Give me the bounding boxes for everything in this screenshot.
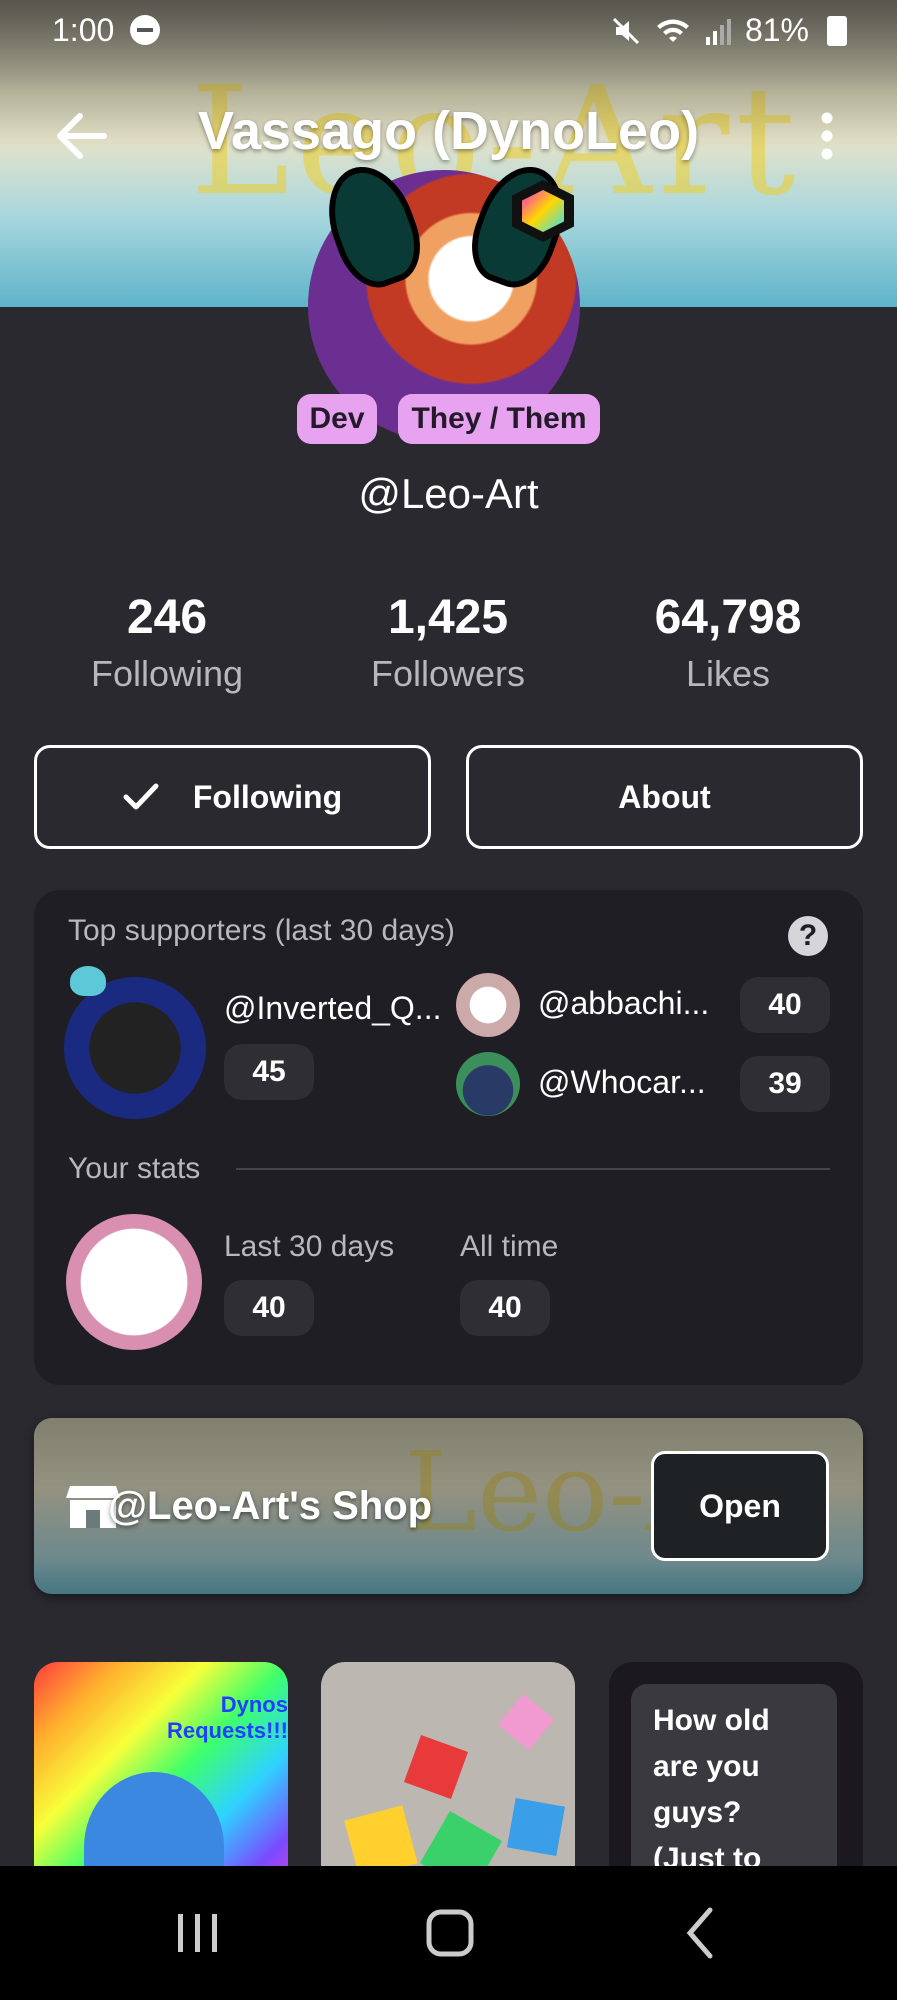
last30-label: Last 30 days [224, 1230, 395, 1263]
battery-percent: 81% [744, 12, 809, 48]
user-handle: @Leo-Art [358, 470, 539, 517]
supporter-count-2: 40 [740, 977, 830, 1033]
supporter-avatar-3[interactable] [456, 1052, 520, 1116]
likes-stat: 64,798 Likes [588, 590, 868, 695]
top-supporter-name[interactable]: @Inverted_Q... [224, 990, 441, 1027]
signal-icon [705, 18, 731, 45]
more-vert-icon[interactable] [812, 108, 842, 164]
role-badge: Dev [297, 394, 377, 444]
recents-icon[interactable] [170, 1900, 226, 1966]
help-icon[interactable]: ? [788, 916, 828, 956]
page-title: Vassago (DynoLeo) [197, 101, 700, 161]
about-button[interactable]: About [466, 745, 863, 849]
followers-count: 1,425 [387, 591, 509, 644]
last30-value: 40 [224, 1280, 314, 1336]
supporter-avatar-2[interactable] [456, 973, 520, 1037]
top-supporter-avatar[interactable] [64, 977, 206, 1119]
mute-icon [612, 17, 640, 44]
check-icon [123, 783, 159, 810]
dnd-icon [130, 15, 160, 45]
pronoun-badge: They / Them [398, 394, 600, 444]
supporter-count-3: 39 [740, 1056, 830, 1112]
supporters-title: Top supporters (last 30 days) [68, 914, 455, 947]
followers-label: Followers [370, 653, 526, 694]
likes-label: Likes [685, 653, 771, 694]
following-button[interactable]: Following [34, 745, 431, 849]
back-nav-icon[interactable] [680, 1900, 720, 1966]
your-stats-title: Your stats [68, 1152, 201, 1185]
alltime-value: 40 [460, 1280, 550, 1336]
following-count: 246 [126, 591, 208, 644]
my-avatar [66, 1214, 202, 1350]
following-button-label: Following [192, 778, 343, 815]
divider [236, 1168, 830, 1170]
battery-icon [827, 15, 847, 46]
shop-open-button[interactable]: Open [651, 1451, 829, 1561]
about-button-label: About [618, 778, 711, 815]
wifi-icon [656, 19, 689, 42]
following-label: Following [90, 653, 244, 694]
following-stat[interactable]: 246 Following [27, 590, 307, 695]
shop-title: @Leo-Art's Shop [108, 1484, 433, 1528]
alltime-label: All time [460, 1230, 559, 1263]
top-supporter-count: 45 [224, 1044, 314, 1100]
likes-count: 64,798 [654, 591, 802, 644]
supporter-name-2[interactable]: @abbachi... [538, 985, 709, 1022]
supporter-crown-icon [70, 966, 106, 996]
home-icon[interactable] [420, 1900, 480, 1966]
status-bar: 1:00 81% [0, 0, 897, 60]
status-time: 1:00 [52, 12, 115, 48]
followers-stat[interactable]: 1,425 Followers [308, 590, 588, 695]
supporter-name-3[interactable]: @Whocar... [538, 1064, 706, 1101]
post-1-caption: Dynos Requests!!! [166, 1692, 288, 1743]
